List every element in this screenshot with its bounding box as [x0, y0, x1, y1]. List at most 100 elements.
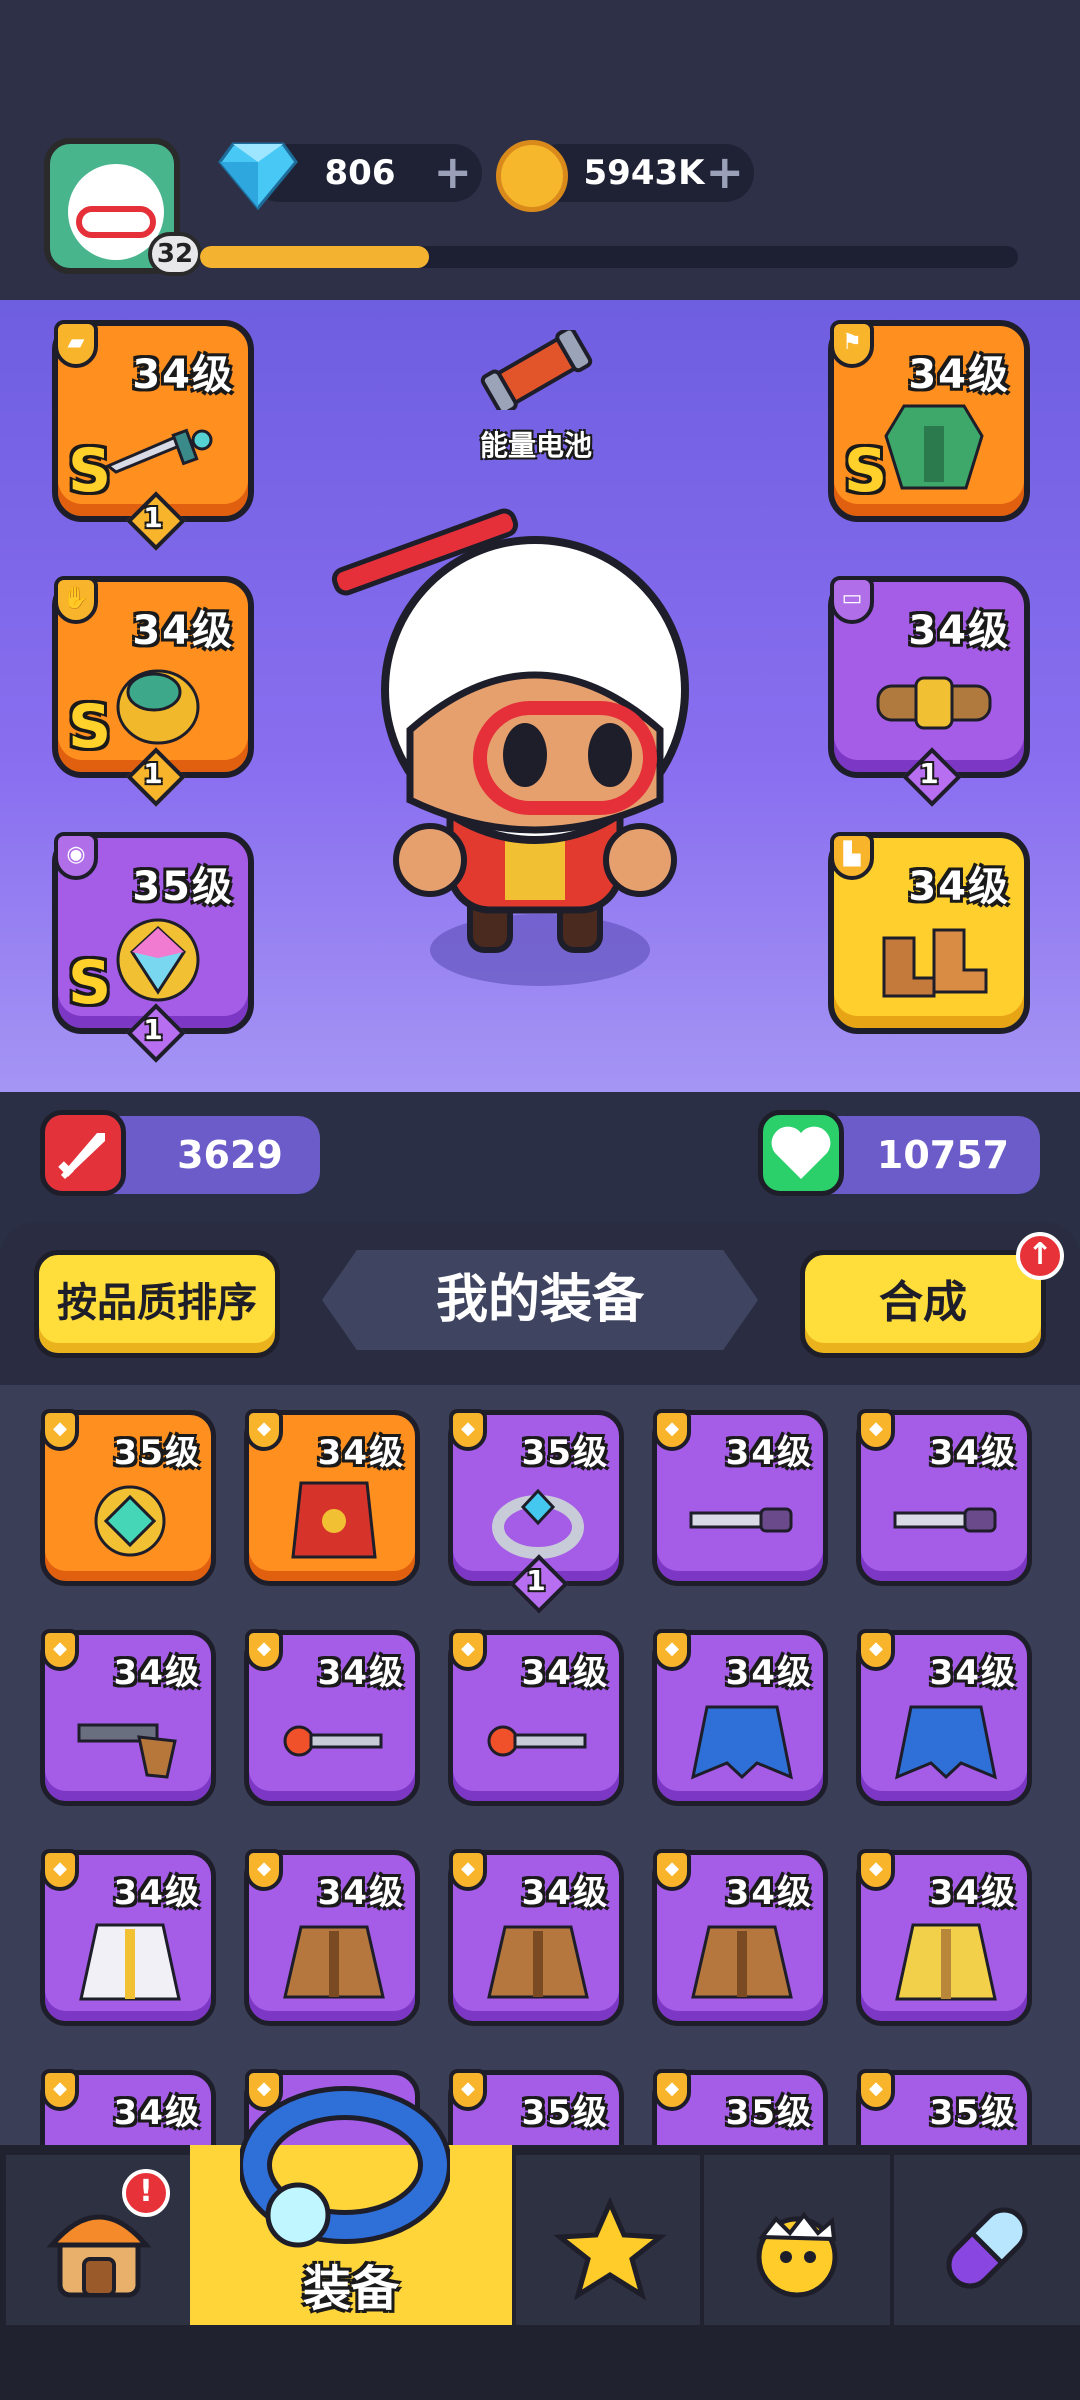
item-level: 34级	[113, 1873, 201, 1913]
heart-icon	[758, 1110, 844, 1196]
tab-skills[interactable]	[516, 2155, 700, 2325]
item-type-icon: ◆	[245, 1849, 283, 1891]
partial-icon	[687, 2137, 797, 2145]
attack-value: 3629	[177, 1133, 283, 1177]
inventory-item-ring[interactable]: ◆ 35级 1	[448, 1409, 624, 1614]
equip-slot-armor[interactable]: ⚑ 34级 S	[828, 320, 1030, 522]
item-type-icon: ◆	[857, 1409, 895, 1451]
item-type-icon: ◆	[449, 1849, 487, 1891]
wand-icon	[487, 1725, 587, 1757]
item-level: 34级	[929, 1873, 1017, 1913]
coin-icon	[496, 140, 568, 212]
inventory-item-white-coat[interactable]: ◆ 34级	[40, 1849, 216, 2026]
item-level: 35级	[113, 1433, 201, 1473]
inventory-item-blue-cape[interactable]: ◆ 34级	[856, 1629, 1032, 1806]
partial-icon	[483, 2137, 593, 2145]
inventory-item-brown-jacket[interactable]: ◆ 34级	[652, 1849, 828, 2026]
inventory-grid: ◆ 35级 ◆ 34级 ◆ 35级 1 ◆ 34级 ◆ 34级 ◆ 34级 ◆ 34级 ◆ 34级 ◆ 34级 ◆ 34…	[0, 1385, 1080, 2145]
item-type-icon: ◆	[41, 1849, 79, 1891]
item-type-icon: ◆	[653, 1849, 691, 1891]
hatching-chick-icon	[756, 2211, 838, 2298]
belt-icon: ▭	[830, 576, 874, 624]
inventory-item-brown-jacket[interactable]: ◆ 34级	[448, 1849, 624, 2026]
white-coat-icon	[79, 1923, 181, 2001]
equip-slot-accessory[interactable]: ◉ 35级 S 1	[52, 832, 254, 1063]
item-level: 34级	[521, 1873, 609, 1913]
item-level: 34级	[521, 1653, 609, 1693]
player-level-badge: 32	[148, 232, 202, 276]
equip-slot-gloves[interactable]: ✋ 34级 S 1	[52, 576, 254, 807]
item-level: 34级	[113, 1653, 201, 1693]
item-type-icon: ◆	[245, 1629, 283, 1671]
inventory-title: 我的装备	[322, 1250, 758, 1350]
boot-icon: ▙	[830, 832, 874, 880]
inventory-item-gem-pendant[interactable]: ◆ 35级	[40, 1409, 216, 1586]
brown-jacket-icon	[283, 1925, 385, 1999]
item-level: 34级	[929, 1433, 1017, 1473]
blue-cape-icon	[690, 1705, 794, 1780]
inventory-item-blade[interactable]: ◆ 34级	[856, 1409, 1032, 1586]
gun-icon: ▰	[54, 320, 98, 368]
inventory-item-partial[interactable]: ◆ 35级	[448, 2069, 624, 2145]
tab-items[interactable]	[894, 2155, 1080, 2325]
boots-icon	[882, 928, 988, 998]
item-type-icon: ◆	[653, 1409, 691, 1451]
blade-icon	[893, 1507, 997, 1533]
item-level: 34级	[725, 1433, 813, 1473]
inventory-item-partial[interactable]: ◆ 35级	[856, 2069, 1032, 2145]
inventory-item-red-vest[interactable]: ◆ 34级	[244, 1409, 420, 1586]
equip-slot-belt[interactable]: ▭ 34级 1	[828, 576, 1030, 807]
item-level: 35级	[725, 2093, 813, 2133]
ring-icon: ◉	[54, 832, 98, 880]
tab-pets[interactable]	[704, 2155, 890, 2325]
equip-slot-boots[interactable]: ▙ 34级	[828, 832, 1030, 1034]
blue-cape-icon	[894, 1705, 998, 1780]
inventory-item-blue-cape[interactable]: ◆ 34级	[652, 1629, 828, 1806]
item-type-icon: ◆	[653, 1629, 691, 1671]
inventory-item-partial[interactable]: ◆ 35级	[652, 2069, 828, 2145]
energy-battery-label: 能量电池	[479, 429, 592, 462]
item-level: 34级	[113, 2093, 201, 2133]
item-level: 34级	[317, 1433, 405, 1473]
dagger-icon	[105, 428, 213, 474]
inventory-item-brown-jacket[interactable]: ◆ 34级	[244, 1849, 420, 2026]
armor-icon: ⚑	[830, 320, 874, 368]
tab-shop[interactable]: !	[6, 2155, 192, 2325]
shop-alert-icon: !	[122, 2169, 170, 2217]
partial-icon	[75, 2137, 185, 2145]
item-level: 34级	[929, 1653, 1017, 1693]
tab-equipment[interactable]: 装备	[190, 2086, 512, 2325]
inventory-item-blade[interactable]: ◆ 34级	[652, 1409, 828, 1586]
inventory-item-gold-coat[interactable]: ◆ 34级	[856, 1849, 1032, 2026]
energy-battery-icon[interactable]	[476, 330, 596, 410]
inventory-item-wand[interactable]: ◆ 34级	[244, 1629, 420, 1806]
item-level: 34级	[317, 1873, 405, 1913]
item-type-icon: ◆	[41, 1629, 79, 1671]
item-level: 34级	[725, 1873, 813, 1913]
capsule-pill-icon	[946, 2207, 1028, 2289]
xp-bar	[200, 246, 1018, 268]
item-type-icon: ◆	[857, 1849, 895, 1891]
item-type-icon: ◆	[449, 1629, 487, 1671]
item-type-icon: ◆	[857, 1629, 895, 1671]
inventory-item-wand[interactable]: ◆ 34级	[448, 1629, 624, 1806]
character-avatar	[331, 508, 689, 986]
item-level: 34级	[317, 1653, 405, 1693]
item-type-icon: ◆	[449, 1409, 487, 1451]
inventory-item-revolver[interactable]: ◆ 34级	[40, 1629, 216, 1806]
item-type-icon: ◆	[41, 2069, 79, 2111]
wand-icon	[283, 1725, 383, 1757]
add-gems-button[interactable]: +	[433, 144, 472, 200]
merge-button[interactable]: 合成	[800, 1250, 1046, 1358]
item-star-badge: 1	[509, 1554, 569, 1614]
inventory-item-partial[interactable]: ◆ 34级	[40, 2069, 216, 2145]
item-level: 35级	[521, 1433, 609, 1473]
revolver-icon	[77, 1723, 177, 1779]
chest-armor-icon	[884, 404, 984, 490]
add-coins-button[interactable]: +	[705, 144, 744, 200]
gold-coat-icon	[895, 1923, 997, 2001]
item-type-icon: ◆	[245, 1409, 283, 1451]
sort-by-quality-button[interactable]: 按品质排序	[34, 1250, 280, 1358]
equip-slot-weapon[interactable]: ▰ 34级 S 1	[52, 320, 254, 551]
gem-icon	[218, 142, 298, 210]
